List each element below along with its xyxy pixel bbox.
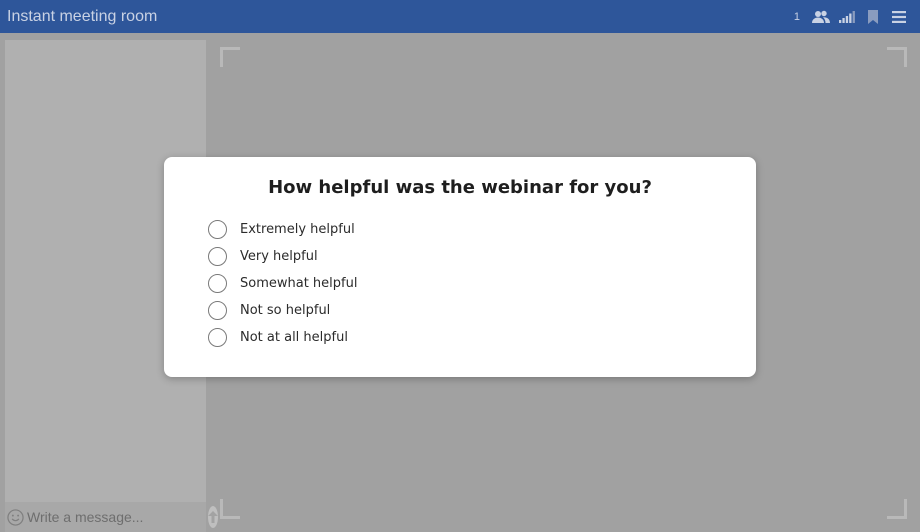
poll-option[interactable]: Not at all helpful [208, 324, 756, 351]
poll-option[interactable]: Extremely helpful [208, 216, 756, 243]
radio-button[interactable] [208, 247, 227, 266]
participant-count: 1 [793, 10, 800, 23]
send-icon[interactable] [208, 506, 218, 528]
poll-option-label: Not at all helpful [240, 330, 348, 345]
message-input[interactable] [24, 506, 208, 528]
poll-option-label: Not so helpful [240, 303, 331, 318]
top-bar-actions: 1 [794, 0, 920, 33]
poll-option-label: Somewhat helpful [240, 276, 358, 291]
menu-icon[interactable] [886, 0, 912, 33]
stage-corner-top-right [887, 47, 907, 67]
poll-option-label: Extremely helpful [240, 222, 355, 237]
poll-question: How helpful was the webinar for you? [268, 177, 652, 198]
emoji-icon[interactable] [7, 502, 24, 532]
stage-corner-bottom-left [220, 499, 240, 519]
stage-corner-top-left [220, 47, 240, 67]
chat-input-bar [5, 502, 218, 532]
participants-icon[interactable] [808, 0, 834, 33]
poll-options: Extremely helpful Very helpful Somewhat … [164, 216, 756, 351]
signal-icon[interactable] [834, 0, 860, 33]
stage-corner-bottom-right [887, 499, 907, 519]
radio-button[interactable] [208, 274, 227, 293]
poll-option[interactable]: Not so helpful [208, 297, 756, 324]
bookmark-icon[interactable] [860, 0, 886, 33]
top-bar: Instant meeting room 1 [0, 0, 920, 33]
radio-button[interactable] [208, 301, 227, 320]
room-title: Instant meeting room [7, 7, 158, 25]
radio-button[interactable] [208, 220, 227, 239]
poll-modal: How helpful was the webinar for you? Ext… [164, 157, 756, 377]
poll-option[interactable]: Very helpful [208, 243, 756, 270]
poll-option-label: Very helpful [240, 249, 318, 264]
radio-button[interactable] [208, 328, 227, 347]
poll-option[interactable]: Somewhat helpful [208, 270, 756, 297]
